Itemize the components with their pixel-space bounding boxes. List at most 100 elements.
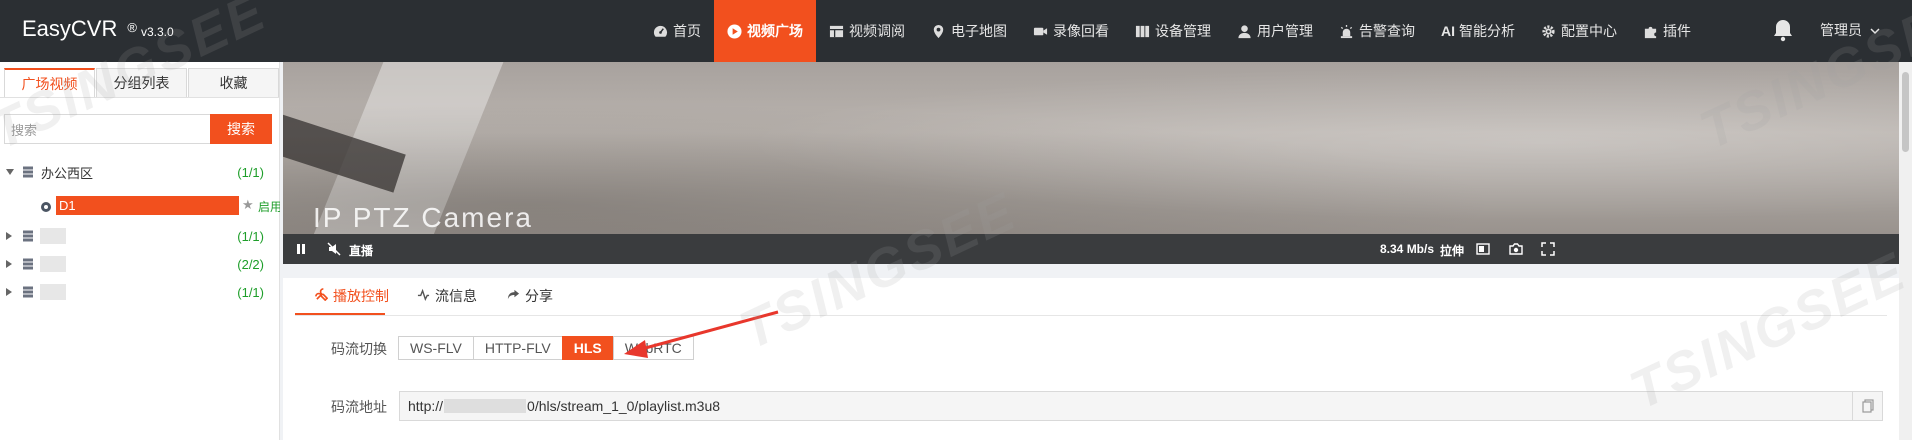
stream-option-hls[interactable]: HLS <box>561 336 614 360</box>
search-input[interactable]: 搜索 <box>4 114 210 144</box>
registered-mark: ® <box>127 20 137 35</box>
tree-group-office-west[interactable]: 办公西区 (1/1) <box>0 160 272 184</box>
tools-icon <box>315 288 329 304</box>
stream-switch-label: 码流切换 <box>331 341 387 357</box>
group-count: (1/1) <box>237 284 264 300</box>
server-icon <box>1135 24 1150 39</box>
user-menu[interactable]: 管理员 <box>1820 20 1880 40</box>
nav-item-label: 智能分析 <box>1459 23 1515 39</box>
camera-icon <box>40 200 52 212</box>
nav-item-label: 视频调阅 <box>849 23 905 39</box>
tree-group-4[interactable]: (1/1) <box>0 280 272 304</box>
camera-status: 启用 <box>258 200 280 214</box>
nav-item-label: 录像回看 <box>1053 23 1109 39</box>
tab-share[interactable]: 分享 <box>507 286 553 306</box>
player-controls: 直播 8.34 Mb/s 拉伸 <box>283 234 1899 264</box>
nav-item-playback[interactable]: 录像回看 <box>1020 0 1122 62</box>
nav-item-home[interactable]: 首页 <box>640 0 714 62</box>
stream-option-webrtc[interactable]: WebRTC <box>612 336 694 360</box>
video-camera-icon <box>1033 24 1048 39</box>
stream-option-http-flv[interactable]: HTTP-FLV <box>472 336 563 360</box>
pause-icon[interactable] <box>295 242 307 259</box>
tab-label: 播放控制 <box>333 288 389 304</box>
scrollbar-thumb[interactable] <box>1902 72 1909 152</box>
group-count: (1/1) <box>237 228 264 244</box>
ai-icon: AI <box>1441 23 1455 39</box>
nav-item-video-square[interactable]: 视频广场 <box>714 0 816 62</box>
nav-item-label: 告警查询 <box>1359 23 1415 39</box>
puzzle-icon <box>1643 24 1658 39</box>
nav-item-label: 配置中心 <box>1561 23 1617 39</box>
picture-in-picture-icon[interactable] <box>1476 242 1490 259</box>
group-count: (1/1) <box>237 164 264 180</box>
top-navbar: EasyCVR ® v3.3.0 首页 视频广场 视频调阅 电子地图 录像回看 … <box>0 0 1912 62</box>
stream-url-suffix: 0/hls/stream_1_0/playlist.m3u8 <box>527 398 721 414</box>
user-name: 管理员 <box>1820 22 1862 38</box>
app-name: EasyCVR <box>22 16 118 41</box>
user-icon <box>1237 24 1252 39</box>
main-nav: 首页 视频广场 视频调阅 电子地图 录像回看 设备管理 用户管理 告警查询 AI… <box>640 0 1704 62</box>
divider <box>0 97 280 98</box>
nav-item-label: 插件 <box>1663 23 1691 39</box>
caret-right-icon[interactable] <box>6 288 12 296</box>
sidebar-tabs: 广场视频 分组列表 收藏 <box>4 68 280 97</box>
fullscreen-icon[interactable] <box>1541 242 1555 259</box>
caret-down-icon[interactable] <box>6 169 14 175</box>
bell-icon[interactable] <box>1772 18 1796 42</box>
video-player[interactable]: IP PTZ Camera 直播 8.34 Mb/s 拉伸 <box>283 62 1899 264</box>
camera-label: D1 <box>56 196 239 215</box>
page-scrollbar[interactable] <box>1899 62 1912 440</box>
server-group-icon <box>22 166 34 178</box>
tree-camera-d1[interactable]: D1 ★ 启用 <box>40 195 280 217</box>
caret-right-icon[interactable] <box>6 232 12 240</box>
stream-format-selector: WS-FLV HTTP-FLV HLS WebRTC <box>398 336 694 360</box>
tree-group-3[interactable]: (2/2) <box>0 252 272 276</box>
nav-item-ai-analysis[interactable]: AI 智能分析 <box>1428 0 1528 62</box>
nav-item-label: 视频广场 <box>747 23 803 39</box>
server-group-icon <box>22 258 34 270</box>
nav-item-label: 用户管理 <box>1257 23 1313 39</box>
stream-option-ws-flv[interactable]: WS-FLV <box>398 336 474 360</box>
stream-url-field[interactable]: http:// 0/hls/stream_1_0/playlist.m3u8 <box>399 391 1883 421</box>
search-button[interactable]: 搜索 <box>210 114 272 144</box>
device-sidebar: 广场视频 分组列表 收藏 搜索 搜索 办公西区 (1/1) D1 ★ 启用 (1… <box>0 62 280 440</box>
nav-item-map[interactable]: 电子地图 <box>918 0 1020 62</box>
caret-right-icon[interactable] <box>6 260 12 268</box>
share-icon <box>507 288 520 304</box>
nav-item-config[interactable]: 配置中心 <box>1528 0 1630 62</box>
brand[interactable]: EasyCVR ® v3.3.0 <box>22 16 174 46</box>
nav-item-users[interactable]: 用户管理 <box>1224 0 1326 62</box>
nav-item-plugins[interactable]: 插件 <box>1630 0 1704 62</box>
tab-label: 分享 <box>525 288 553 304</box>
mute-icon[interactable] <box>327 242 341 259</box>
redacted-label <box>40 284 66 300</box>
nav-item-alarms[interactable]: 告警查询 <box>1326 0 1428 62</box>
tab-group-list[interactable]: 分组列表 <box>96 68 187 97</box>
tree-group-2[interactable]: (1/1) <box>0 224 272 248</box>
stretch-toggle[interactable]: 拉伸 <box>1440 242 1464 259</box>
nav-item-label: 电子地图 <box>951 23 1007 39</box>
server-group-icon <box>22 286 34 298</box>
star-icon[interactable]: ★ <box>242 197 254 213</box>
divider <box>295 315 1887 316</box>
copy-icon[interactable] <box>1852 392 1882 420</box>
tab-stream-info[interactable]: 流信息 <box>417 286 477 306</box>
group-label: 办公西区 <box>41 165 94 181</box>
stream-url-prefix: http:// <box>408 398 444 414</box>
bitrate-readout: 8.34 Mb/s <box>1380 242 1435 256</box>
snapshot-icon[interactable] <box>1509 242 1523 259</box>
playback-panel: 播放控制 流信息 分享 码流切换 WS-FLV HTTP-FLV HLS Web… <box>283 278 1899 440</box>
tab-playback-control[interactable]: 播放控制 <box>315 286 389 306</box>
server-group-icon <box>22 230 34 242</box>
nav-item-video-review[interactable]: 视频调阅 <box>816 0 918 62</box>
camera-osd-text: IP PTZ Camera <box>313 202 533 233</box>
nav-item-devices[interactable]: 设备管理 <box>1122 0 1224 62</box>
siren-icon <box>1339 24 1354 39</box>
dashboard-icon <box>653 24 668 39</box>
app-version: v3.3.0 <box>140 25 174 39</box>
tab-square-video[interactable]: 广场视频 <box>4 68 95 97</box>
map-pin-icon <box>931 24 946 39</box>
tab-favorites[interactable]: 收藏 <box>188 68 279 97</box>
table-icon <box>829 24 844 39</box>
redacted-host <box>444 399 527 413</box>
